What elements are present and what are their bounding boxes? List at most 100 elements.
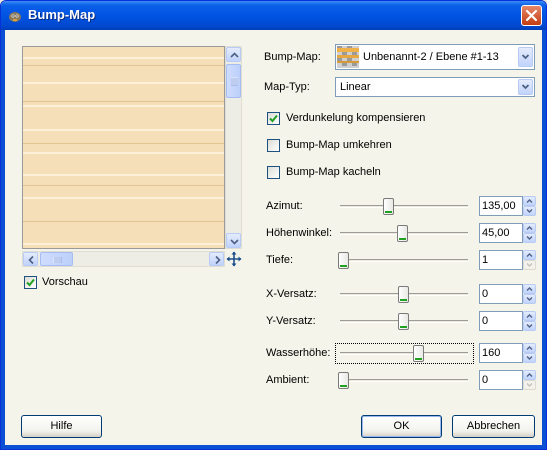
chevron-up-icon (526, 346, 533, 350)
elevation-increment-button[interactable] (523, 223, 536, 233)
title-bar[interactable]: Bump-Map (1, 1, 546, 30)
ambient-label: Ambient: (266, 374, 310, 386)
x-offset-spinbox[interactable]: 0 (479, 284, 523, 304)
y-offset-spin-buttons (523, 311, 536, 331)
elevation-slider-thumb[interactable] (397, 225, 408, 242)
grip-icon (231, 77, 238, 86)
preview-ridge (23, 65, 224, 66)
waterlevel-spin-buttons (523, 343, 536, 363)
bumpmap-label: Bump-Map: (264, 51, 321, 63)
preview-horizontal-scrollbar[interactable] (22, 251, 225, 267)
chevron-right-icon (215, 255, 221, 265)
maptype-combo[interactable]: Linear (335, 77, 535, 97)
ambient-value: 0 (482, 374, 489, 386)
azimuth-slider-track[interactable] (340, 205, 468, 208)
depth-slider-track[interactable] (340, 259, 468, 262)
x-offset-decrement-button[interactable] (523, 294, 536, 304)
depth-spin-buttons (523, 250, 536, 270)
scroll-down-button[interactable] (226, 233, 241, 248)
azimuth-slider-thumb[interactable] (383, 198, 394, 215)
ambient-spin-buttons (523, 370, 536, 390)
x-offset-spin-buttons (523, 284, 536, 304)
azimuth-decrement-button[interactable] (523, 206, 536, 216)
window-frame-left (1, 30, 5, 449)
chevron-down-icon (526, 297, 533, 301)
maptype-label: Map-Typ: (264, 81, 310, 93)
y-offset-increment-button[interactable] (523, 311, 536, 321)
ambient-increment-button[interactable] (523, 370, 536, 380)
compensate-label: Verdunkelung kompensieren (286, 112, 426, 124)
ambient-decrement-button[interactable] (523, 380, 536, 390)
checkmark-icon (269, 114, 278, 123)
azimuth-label: Azimut: (266, 200, 303, 212)
y-offset-spinbox[interactable]: 0 (479, 311, 523, 331)
preview-ridge (23, 143, 224, 144)
preview-vertical-scrollbar[interactable] (225, 46, 242, 249)
preview-ridge (23, 152, 224, 154)
ambient-slider-track[interactable] (340, 379, 468, 382)
ambient-slider-thumb[interactable] (338, 372, 349, 389)
invert-checkbox[interactable] (267, 139, 280, 152)
chevron-down-icon (521, 54, 530, 60)
depth-decrement-button[interactable] (523, 260, 536, 270)
preview-ridge (23, 243, 224, 245)
depth-slider-thumb[interactable] (338, 252, 349, 269)
close-button[interactable] (521, 5, 542, 26)
preview-ridge (23, 82, 224, 84)
bumpmap-combo[interactable]: Unbenannt-2 / Ebene #1-13 (335, 44, 535, 70)
elevation-value: 45,00 (482, 227, 510, 239)
waterlevel-value: 160 (482, 347, 501, 359)
scroll-left-button[interactable] (23, 252, 38, 266)
depth-increment-button[interactable] (523, 250, 536, 260)
chevron-down-icon (526, 209, 533, 213)
cancel-button[interactable]: Abbrechen (452, 415, 535, 438)
maptype-value: Linear (340, 81, 371, 93)
tile-checkbox[interactable] (267, 166, 280, 179)
bump-map-dialog: Bump-Map Vorschau Bump-Map: Unbenannt-2 … (0, 0, 547, 450)
chevron-up-icon (526, 373, 533, 377)
gimp-app-icon (9, 12, 21, 22)
y-offset-slider-thumb[interactable] (398, 313, 409, 330)
compensate-checkbox[interactable] (267, 112, 280, 125)
x-offset-slider-thumb[interactable] (398, 286, 409, 303)
chevron-down-icon (230, 239, 239, 245)
invert-label: Bump-Map umkehren (286, 139, 392, 151)
x-offset-value: 0 (482, 288, 489, 300)
azimuth-spinbox[interactable]: 135,00 (479, 196, 523, 216)
preview-ridge (23, 174, 224, 176)
chevron-down-icon (526, 356, 533, 360)
chevron-left-icon (28, 255, 34, 265)
elevation-label: Höhenwinkel: (266, 227, 333, 239)
ok-button[interactable]: OK (361, 415, 442, 438)
waterlevel-spinbox[interactable]: 160 (479, 343, 523, 363)
elevation-spin-buttons (523, 223, 536, 243)
vertical-scroll-thumb[interactable] (226, 64, 241, 98)
navigate-move-icon[interactable] (226, 251, 242, 267)
azimuth-increment-button[interactable] (523, 196, 536, 206)
depth-spinbox[interactable]: 1 (479, 250, 523, 270)
waterlevel-increment-button[interactable] (523, 343, 536, 353)
elevation-decrement-button[interactable] (523, 233, 536, 243)
waterlevel-decrement-button[interactable] (523, 353, 536, 363)
elevation-spinbox[interactable]: 45,00 (479, 223, 523, 243)
scroll-up-button[interactable] (226, 47, 241, 62)
depth-label: Tiefe: (266, 254, 294, 266)
help-button[interactable]: Hilfe (21, 415, 102, 438)
ambient-spinbox[interactable]: 0 (479, 370, 523, 390)
horizontal-scroll-thumb[interactable] (40, 252, 73, 266)
window-frame-right (542, 30, 546, 449)
y-offset-label: Y-Versatz: (266, 315, 316, 327)
preview-ridge (23, 185, 224, 186)
scroll-right-button[interactable] (209, 252, 224, 266)
maptype-dropdown-button[interactable] (518, 79, 533, 95)
preview-canvas[interactable] (22, 46, 225, 249)
waterlevel-label: Wasserhöhe: (266, 347, 331, 359)
bumpmap-dropdown-button[interactable] (518, 47, 533, 67)
preview-checkbox[interactable] (24, 276, 37, 289)
y-offset-value: 0 (482, 315, 489, 327)
x-offset-increment-button[interactable] (523, 284, 536, 294)
preview-ridge (23, 105, 224, 107)
layer-thumbnail-icon (337, 46, 359, 68)
y-offset-decrement-button[interactable] (523, 321, 536, 331)
tile-label: Bump-Map kacheln (286, 166, 381, 178)
